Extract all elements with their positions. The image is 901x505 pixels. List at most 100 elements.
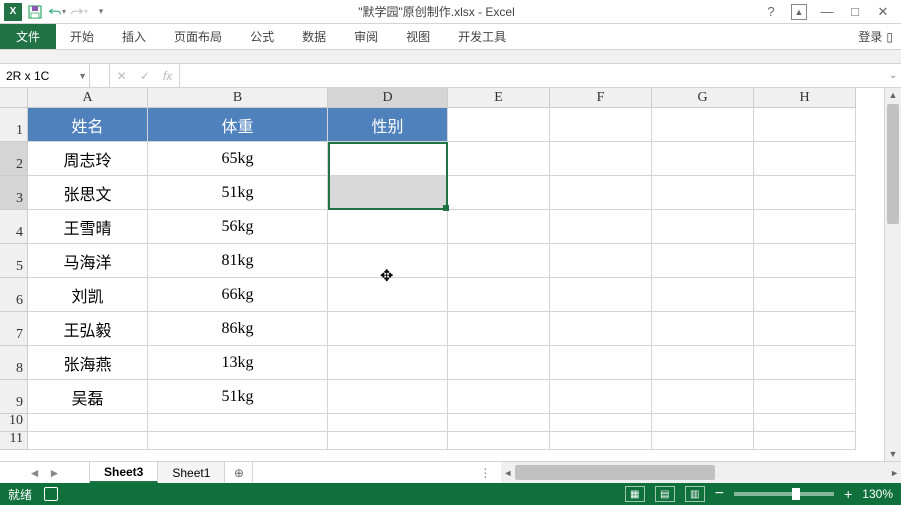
header-name[interactable]: 姓名 [28, 108, 148, 142]
cell[interactable] [754, 414, 856, 432]
col-header-g[interactable]: G [652, 88, 754, 108]
col-header-d[interactable]: D [328, 88, 448, 108]
row-header[interactable]: 10 [0, 414, 28, 432]
sheet-split-handle[interactable]: ⋮ [473, 462, 497, 483]
cell[interactable]: 张海燕 [28, 346, 148, 380]
scroll-thumb[interactable] [515, 465, 715, 480]
save-icon[interactable] [26, 3, 44, 21]
scroll-down-icon[interactable]: ▼ [885, 449, 901, 459]
cell[interactable]: 51kg [148, 380, 328, 414]
cell[interactable] [550, 312, 652, 346]
cell[interactable] [652, 432, 754, 450]
fx-icon[interactable]: fx [163, 69, 172, 83]
zoom-level[interactable]: 130% [862, 487, 893, 501]
cell[interactable] [652, 312, 754, 346]
sheet-next-icon[interactable]: ► [49, 466, 61, 480]
minimize-button[interactable]: — [819, 4, 835, 20]
cell[interactable] [754, 142, 856, 176]
cell[interactable] [328, 210, 448, 244]
zoom-knob[interactable] [792, 488, 800, 500]
cell[interactable] [550, 432, 652, 450]
macro-record-icon[interactable] [44, 487, 58, 501]
cell[interactable]: 吴磊 [28, 380, 148, 414]
row-header[interactable]: 7 [0, 312, 28, 346]
cell[interactable] [550, 108, 652, 142]
cell[interactable] [652, 244, 754, 278]
cell[interactable] [448, 432, 550, 450]
col-header-a[interactable]: A [28, 88, 148, 108]
close-button[interactable]: ✕ [875, 4, 891, 20]
redo-icon[interactable]: ▾ [70, 3, 88, 21]
cell[interactable] [328, 142, 448, 176]
sheet-prev-icon[interactable]: ◄ [29, 466, 41, 480]
header-weight[interactable]: 体重 [148, 108, 328, 142]
cell[interactable] [448, 380, 550, 414]
row-header[interactable]: 1 [0, 108, 28, 142]
cell[interactable] [448, 244, 550, 278]
tab-insert[interactable]: 插入 [108, 24, 160, 49]
signin-icon[interactable]: ▯ [886, 30, 893, 44]
cell[interactable] [328, 380, 448, 414]
tab-data[interactable]: 数据 [288, 24, 340, 49]
cell[interactable]: 81kg [148, 244, 328, 278]
cell[interactable] [754, 108, 856, 142]
cell[interactable] [148, 432, 328, 450]
cell[interactable] [754, 244, 856, 278]
view-page-break-icon[interactable]: ▥ [685, 486, 705, 502]
scroll-thumb[interactable] [887, 104, 899, 224]
tab-file[interactable]: 文件 [0, 24, 56, 49]
ribbon-display-options-icon[interactable]: ▲ [791, 4, 807, 20]
cell[interactable] [652, 414, 754, 432]
cell[interactable] [754, 312, 856, 346]
row-header[interactable]: 11 [0, 432, 28, 450]
cell[interactable] [754, 380, 856, 414]
cell[interactable] [550, 380, 652, 414]
col-header-e[interactable]: E [448, 88, 550, 108]
zoom-out-button[interactable]: − [715, 485, 724, 503]
cell[interactable]: 56kg [148, 210, 328, 244]
cell[interactable] [754, 176, 856, 210]
cell[interactable]: 刘凯 [28, 278, 148, 312]
tab-page-layout[interactable]: 页面布局 [160, 24, 236, 49]
cell[interactable] [550, 210, 652, 244]
cell[interactable] [448, 346, 550, 380]
scroll-left-icon[interactable]: ◄ [503, 462, 512, 483]
cell[interactable] [652, 210, 754, 244]
signin-label[interactable]: 登录 [858, 28, 882, 45]
sheet-tab-active[interactable]: Sheet3 [90, 462, 158, 483]
undo-icon[interactable]: ▾ [48, 3, 66, 21]
col-header-b[interactable]: B [148, 88, 328, 108]
cell[interactable] [328, 278, 448, 312]
cell[interactable] [652, 346, 754, 380]
cell[interactable] [328, 414, 448, 432]
enter-icon[interactable]: ✓ [140, 69, 150, 83]
cell[interactable] [754, 210, 856, 244]
vertical-scrollbar[interactable]: ▲ ▼ [884, 88, 901, 461]
tab-view[interactable]: 视图 [392, 24, 444, 49]
cell[interactable] [652, 278, 754, 312]
cell[interactable] [448, 312, 550, 346]
cell[interactable]: 张思文 [28, 176, 148, 210]
cell[interactable] [328, 346, 448, 380]
col-header-h[interactable]: H [754, 88, 856, 108]
cell[interactable]: 65kg [148, 142, 328, 176]
cell[interactable] [328, 312, 448, 346]
cell[interactable] [550, 176, 652, 210]
cell[interactable] [550, 346, 652, 380]
row-header[interactable]: 4 [0, 210, 28, 244]
row-header[interactable]: 9 [0, 380, 28, 414]
cell[interactable]: 周志玲 [28, 142, 148, 176]
name-box[interactable]: 2R x 1C ▼ [0, 64, 90, 87]
cell[interactable] [550, 278, 652, 312]
cell[interactable] [652, 108, 754, 142]
excel-icon[interactable]: X [4, 3, 22, 21]
cell[interactable] [754, 346, 856, 380]
cell[interactable] [652, 380, 754, 414]
cell[interactable] [448, 278, 550, 312]
header-gender[interactable]: 性别 [328, 108, 448, 142]
cell[interactable]: 王雪晴 [28, 210, 148, 244]
cell[interactable]: 13kg [148, 346, 328, 380]
cell[interactable] [754, 432, 856, 450]
maximize-button[interactable]: □ [847, 4, 863, 20]
row-header[interactable]: 2 [0, 142, 28, 176]
